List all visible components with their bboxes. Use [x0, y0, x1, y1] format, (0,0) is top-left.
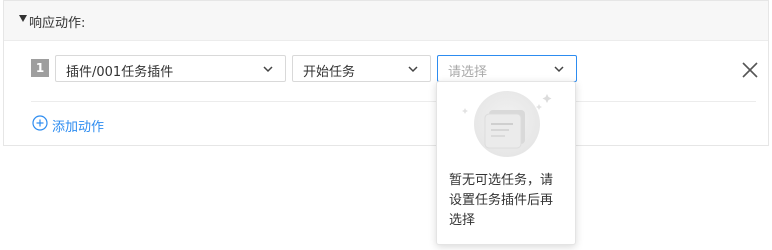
remove-action-close-icon[interactable] — [740, 60, 760, 80]
empty-message-line: 设置任务插件后再 — [449, 193, 554, 208]
empty-state-illustration-icon — [462, 91, 552, 157]
panel-header[interactable]: 响应动作: — [4, 1, 768, 41]
empty-message-line: 暂无可选任务，请 — [449, 173, 554, 188]
task-select-placeholder: 请选择 — [448, 65, 488, 80]
empty-message-line: 选择 — [449, 213, 476, 228]
task-select[interactable]: 请选择 — [437, 55, 577, 82]
action-index-badge: 1 — [31, 59, 49, 77]
add-action-label: 添加动作 — [52, 120, 105, 135]
chevron-down-icon — [554, 66, 564, 73]
plugin-select-value: 插件/001任务插件 — [66, 65, 174, 80]
plus-circle-icon — [32, 115, 48, 131]
operation-select[interactable]: 开始任务 — [292, 55, 431, 82]
plugin-select[interactable]: 插件/001任务插件 — [55, 55, 286, 82]
row-divider — [31, 101, 756, 102]
collapse-caret-icon[interactable] — [19, 15, 27, 22]
chevron-down-icon — [408, 66, 418, 73]
chevron-down-icon — [263, 66, 273, 73]
operation-select-value: 开始任务 — [303, 65, 356, 80]
empty-state-message: 暂无可选任务，请 设置任务插件后再 选择 — [449, 171, 567, 231]
task-select-dropdown: 暂无可选任务，请 设置任务插件后再 选择 — [436, 81, 576, 245]
panel-title: 响应动作: — [29, 16, 86, 31]
response-actions-panel: 响应动作: 1 插件/001任务插件 开始任务 请选择 添加动作 — [3, 0, 769, 146]
